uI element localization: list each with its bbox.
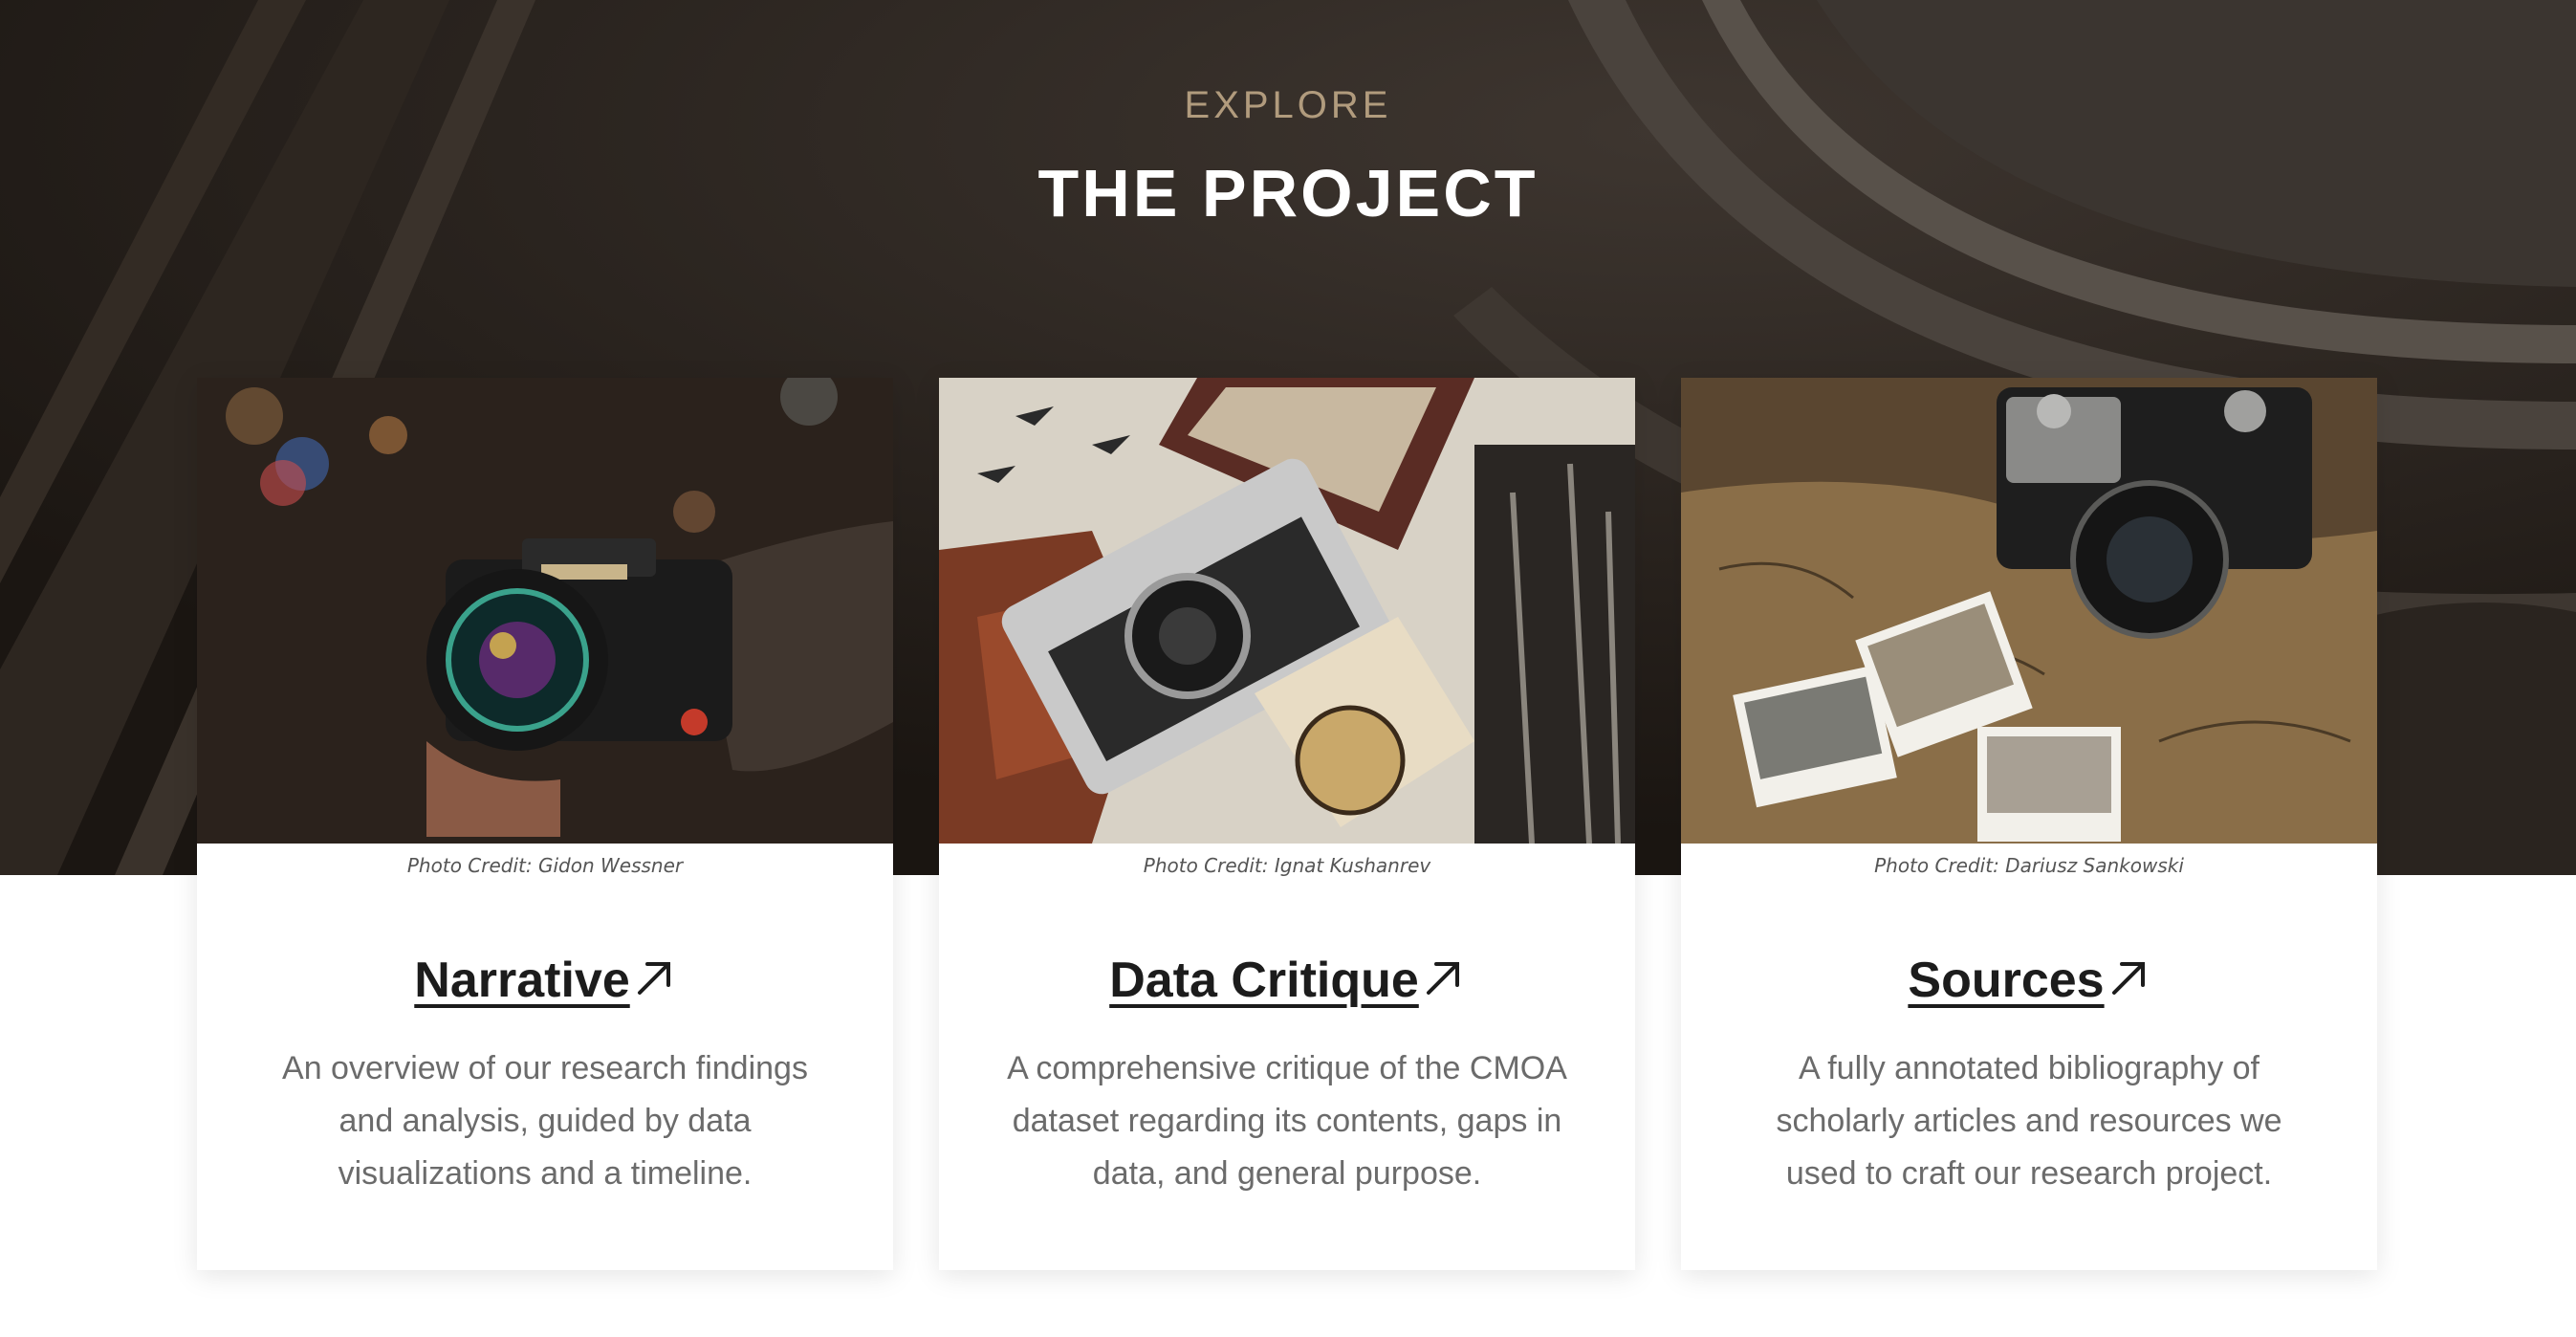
narrative-link[interactable]: Narrative [414, 953, 629, 1008]
link-label: Narrative [414, 953, 630, 1008]
card-description: A fully annotated bibliography of schola… [1776, 1050, 2282, 1192]
photo-credit: Photo Credit: Ignat Kushanrev [1143, 854, 1431, 877]
arrow-up-right-icon [2111, 962, 2145, 995]
sources-link[interactable]: Sources [1908, 953, 2104, 1008]
card-photo [197, 378, 893, 844]
card-sources: Photo Credit: Dariusz Sankowski Sources … [1681, 378, 2377, 1270]
camera-photo-vintage-icon [939, 378, 1635, 844]
page: EXPLORE THE PROJECT Photo Credit: Gidon … [0, 0, 2576, 1337]
card-title: Sources [1681, 952, 2377, 1009]
card-data-critique: Photo Credit: Ignat Kushanrev Data Criti… [939, 378, 1635, 1270]
link-label: Data Critique [1109, 953, 1419, 1008]
card-photo [1681, 378, 2377, 844]
camera-photo-map-icon [1681, 378, 2377, 844]
photo-credit: Photo Credit: Gidon Wessner [406, 854, 684, 877]
arrow-up-right-icon [1426, 962, 1459, 995]
photo-credit: Photo Credit: Dariusz Sankowski [1874, 854, 2184, 877]
section-eyebrow: EXPLORE [1184, 84, 1392, 126]
card-title: Data Critique [939, 952, 1635, 1009]
section-title: THE PROJECT [1037, 156, 1539, 230]
link-label: Sources [1908, 953, 2105, 1008]
card-description: A comprehensive critique of the CMOA dat… [1007, 1050, 1567, 1192]
arrow-up-right-icon [637, 962, 670, 995]
card-title: Narrative [197, 952, 893, 1009]
data-critique-link[interactable]: Data Critique [1109, 953, 1419, 1008]
camera-photo-fujifilm-icon [197, 378, 893, 844]
card-photo [939, 378, 1635, 844]
card-narrative: Photo Credit: Gidon Wessner Narrative An… [197, 378, 893, 1270]
card-description: An overview of our research findings and… [282, 1050, 808, 1192]
